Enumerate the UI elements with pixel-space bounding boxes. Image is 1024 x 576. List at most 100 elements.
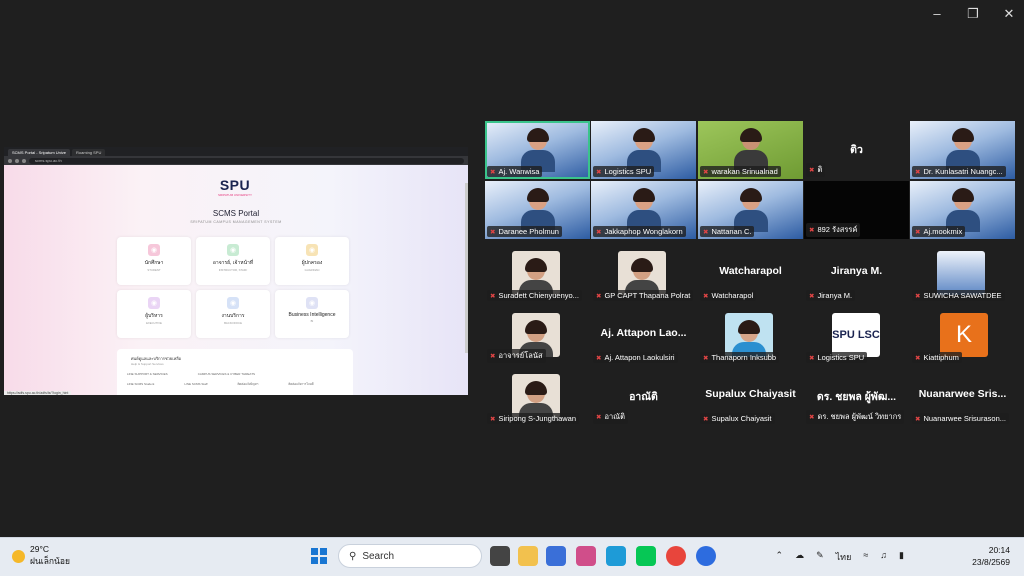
role-card[interactable]: ◉ ผู้ปกครอง GUARDIAN (275, 237, 349, 285)
participant-tile[interactable]: Nuanarwee Sris... ✖ Nuanarwee Srisurason..… (910, 368, 1015, 426)
close-button[interactable]: ✕ (1002, 6, 1016, 22)
participant-tile[interactable]: ✖ อาจารย์โลนัส (485, 307, 590, 365)
participant-name: ✖ Aj. Wanwisa (487, 166, 543, 177)
weather-widget[interactable]: 29°C ฝนเล็กน้อย (12, 544, 70, 568)
panel-item[interactable]: LINE SCMS Staff (184, 382, 207, 387)
line-icon[interactable] (636, 546, 656, 566)
mic-muted-icon: ✖ (596, 229, 602, 236)
participant-tile[interactable]: ✖ Aj.mookmix (910, 181, 1015, 239)
pen-icon[interactable]: ✎ (816, 550, 824, 564)
panel-item[interactable]: LINE SCMS Student (127, 382, 154, 387)
panel-title: ศนย์ดูแลและบริการช่วยเหลือ (131, 356, 182, 361)
restore-button[interactable]: ❐ (966, 6, 980, 22)
participant-tile[interactable]: Supalux Chaiyasit ✖ Supalux Chaiyasit (698, 368, 803, 426)
minimize-button[interactable]: – (930, 6, 944, 22)
card-title: นักศึกษา (144, 260, 164, 266)
logo-subtext: SRIPATUM UNIVERSITY (218, 193, 252, 197)
address-bar[interactable]: scms.spu.ac.th (29, 157, 464, 164)
temperature: 29°C (30, 544, 49, 554)
participant-display-name: อาณัติ (629, 391, 658, 403)
participant-tile[interactable]: SPU LSC ✖ Logistics SPU (804, 307, 909, 365)
chevron-up-icon[interactable]: ⌃ (776, 550, 784, 564)
page-title: SCMS Portal (212, 209, 260, 218)
participant-name-text: Supalux Chaiyasit (711, 414, 772, 423)
participant-tile[interactable]: ✖ Logistics SPU (591, 121, 696, 179)
cloud-icon[interactable]: ☁ (795, 550, 804, 564)
participant-tile[interactable]: ✖ Daranee Pholmun (485, 181, 590, 239)
back-icon[interactable] (8, 158, 12, 163)
panel-item[interactable]: ติดต่อแจ้งปัญหา (237, 382, 258, 387)
mic-muted-icon: ✖ (809, 167, 815, 174)
participant-tile[interactable]: Jiranya M. ✖ Jiranya M. (804, 245, 909, 303)
search-icon: ⚲ (349, 550, 357, 562)
participant-tile[interactable]: ✖ warakan Srinualnad (698, 121, 803, 179)
participant-tile[interactable]: ✖ Jakkaphop Wonglakorn (591, 181, 696, 239)
card-subtitle: EXECUTIVE (146, 321, 162, 325)
browser-tab[interactable]: SCMS Portal - Sripatum Unive (8, 149, 71, 156)
participant-tile[interactable]: Watcharapol ✖ Watcharapol (698, 245, 803, 303)
role-card[interactable]: ◉ ผู้บริหาร EXECUTIVE (117, 290, 191, 338)
role-card[interactable]: ◉ Business Intelligence BI (275, 290, 349, 338)
participant-avatar (618, 251, 666, 295)
participant-tile[interactable]: ✖ 892 รังสรรค์ (804, 181, 909, 239)
mic-muted-icon: ✖ (596, 293, 602, 300)
bar-chart-icon: ◉ (306, 297, 318, 309)
language-indicator[interactable]: ไทย (836, 550, 852, 564)
file-explorer-icon[interactable] (518, 546, 538, 566)
volume-icon[interactable]: ♫ (880, 550, 887, 564)
reload-icon[interactable] (22, 158, 26, 163)
scrollbar[interactable] (465, 183, 468, 353)
panel-items: LINE SCMS Student LINE SCMS Staff ติดต่อ… (127, 382, 353, 387)
role-card[interactable]: ◉ งานบริการ BACKOFFICE (196, 290, 270, 338)
wifi-icon[interactable]: ≈ (863, 550, 868, 564)
card-title: อาจารย์, เจ้าหน้าที่ (212, 260, 254, 266)
start-button[interactable] (311, 548, 327, 564)
participant-name: ✖ Aj.mookmix (912, 226, 966, 237)
participant-name: ✖ อาจารย์โลนัส (487, 349, 546, 363)
panel-item[interactable]: ติดต่อแจ้งการโจมตี (288, 382, 313, 387)
participant-tile[interactable]: ✖ Dr. Kunlasatri Nuangc... (910, 121, 1015, 179)
participant-tile[interactable]: อาณัติ ✖ อาณัติ (591, 368, 696, 426)
participant-avatar: SPU LSC (832, 313, 880, 357)
participant-name: ✖ Siripong S-Jungthawan (487, 413, 580, 424)
mic-muted-icon: ✖ (490, 229, 496, 236)
participant-tile[interactable]: ✖ GP CAPT Thapana Polrat (591, 245, 696, 303)
participant-tile[interactable]: K ✖ Kiattiphum (910, 307, 1015, 365)
mic-muted-icon: ✖ (596, 169, 602, 176)
participant-tile[interactable]: ✖ SUWICHA SAWATDEE (910, 245, 1015, 303)
participant-name-text: SUWICHA SAWATDEE (923, 291, 1002, 300)
participant-name: ✖ Thanaporn Inksubb (700, 352, 780, 363)
participant-name: ✖ Jakkaphop Wonglakorn (593, 226, 686, 237)
page-subtitle: SRIPATUM CAMPUS MANAGEMENT SYSTEM (190, 220, 282, 224)
participant-name: ✖ 892 รังสรรค์ (806, 223, 861, 237)
participant-name-text: Nattanan C. (711, 227, 752, 236)
role-card[interactable]: ◉ นักศึกษา STUDENT (117, 237, 191, 285)
participant-tile[interactable]: ✖ Siripong S-Jungthawan (485, 368, 590, 426)
participant-tile[interactable]: ติว ✖ ติ (804, 121, 909, 179)
snipping-tool-icon[interactable] (576, 546, 596, 566)
participant-name: ✖ SUWICHA SAWATDEE (912, 290, 1005, 301)
edge-icon[interactable] (606, 546, 626, 566)
browser-tab[interactable]: Roaming SPU (72, 149, 106, 156)
chrome-icon[interactable] (666, 546, 686, 566)
card-subtitle: GUARDIAN (304, 268, 320, 272)
card-subtitle: STUDENT (147, 268, 161, 272)
taskbar: 29°C ฝนเล็กน้อย ⚲ Search ⌃ ☁ ✎ ไทย ≈ ♫ ▮… (0, 537, 1024, 576)
participant-tile[interactable]: ✖ Thanaporn Inksubb (698, 307, 803, 365)
participant-tile[interactable]: Aj. Attapon Lao... ✖ Aj. Attapon Laokulsir… (591, 307, 696, 365)
participant-name-text: Logistics SPU (604, 167, 652, 176)
search-box[interactable]: ⚲ Search (338, 544, 482, 568)
role-card[interactable]: ◉ อาจารย์, เจ้าหน้าที่ INSTRUCTOR, STAFF (196, 237, 270, 285)
battery-icon[interactable]: ▮ (899, 550, 904, 564)
participant-tile[interactable]: ✖ Suradett Chienyuenyo... (485, 245, 590, 303)
participant-tile[interactable]: ✖ Nattanan C. (698, 181, 803, 239)
forward-icon[interactable] (15, 158, 19, 163)
store-icon[interactable] (546, 546, 566, 566)
participant-name: ✖ Dr. Kunlasatri Nuangc... (912, 166, 1006, 177)
participant-tile[interactable]: ✖ Aj. Wanwisa (485, 121, 590, 179)
participant-name-text: Siripong S-Jungthawan (498, 414, 577, 423)
clock[interactable]: 20:14 23/8/2569 (972, 544, 1010, 568)
participant-tile[interactable]: ดร. ชยพล ผู้พัฒ... ✖ ดร. ชยพล ผู้พัฒน์ วิท… (804, 368, 909, 426)
zoom-icon[interactable] (696, 546, 716, 566)
task-view-icon[interactable] (490, 546, 510, 566)
